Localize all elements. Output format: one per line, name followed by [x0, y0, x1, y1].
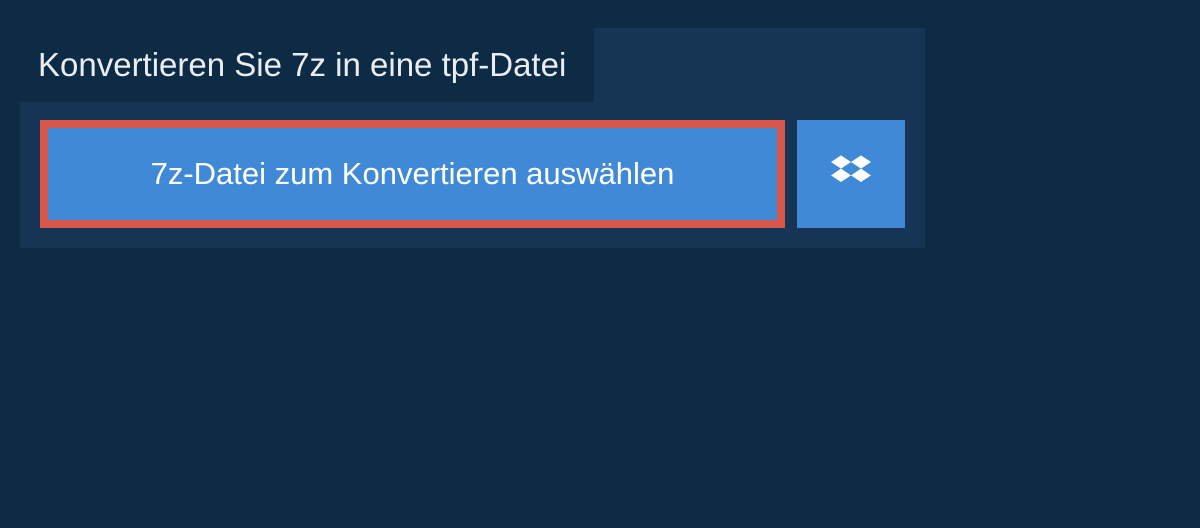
button-row: 7z-Datei zum Konvertieren auswählen	[20, 102, 925, 248]
select-file-button[interactable]: 7z-Datei zum Konvertieren auswählen	[40, 120, 785, 228]
select-file-label: 7z-Datei zum Konvertieren auswählen	[151, 156, 675, 192]
page-title: Konvertieren Sie 7z in eine tpf-Datei	[38, 46, 566, 83]
dropbox-button[interactable]	[797, 120, 905, 228]
converter-panel: Konvertieren Sie 7z in eine tpf-Datei 7z…	[20, 28, 925, 248]
title-tab: Konvertieren Sie 7z in eine tpf-Datei	[18, 28, 594, 102]
dropbox-icon	[831, 152, 871, 197]
